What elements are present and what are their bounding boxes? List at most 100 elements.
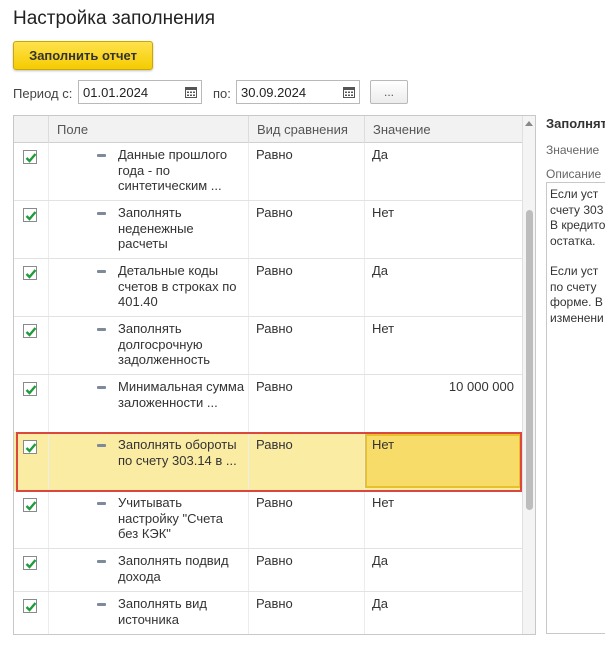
table-scrollbar[interactable] <box>522 116 535 634</box>
checkmark-icon <box>25 385 37 395</box>
comparison-type[interactable]: Равно <box>256 437 293 452</box>
description-line: остатка. <box>550 233 596 248</box>
scroll-thumb[interactable] <box>526 210 533 510</box>
comparison-type[interactable]: Равно <box>256 147 293 162</box>
field-value[interactable]: 10 000 000 <box>372 379 514 394</box>
field-value[interactable]: Да <box>372 553 514 568</box>
field-name: Учитывать настройку "Счета без КЭК" <box>118 495 223 541</box>
table-row[interactable]: Учитывать настройку "Счета без КЭК" Равно… <box>14 491 522 549</box>
comparison-type[interactable]: Равно <box>256 596 293 611</box>
row-checkbox[interactable] <box>23 498 37 512</box>
description-textarea[interactable]: Если уст счету 303 В кредито остатка. Если у… <box>546 182 605 634</box>
comparison-type[interactable]: Равно <box>256 321 293 336</box>
table-row[interactable]: Заполнять вид источника Равно Да <box>14 592 522 634</box>
column-divider <box>48 317 49 374</box>
description-line: В кредито <box>550 218 605 232</box>
description-line <box>550 249 605 264</box>
column-divider <box>364 201 365 258</box>
column-divider <box>248 375 249 432</box>
column-divider <box>364 549 365 591</box>
calendar-icon[interactable] <box>181 81 201 103</box>
comparison-type[interactable]: Равно <box>256 263 293 278</box>
field-name: Детальные коды счетов в строках по 401.4… <box>118 263 237 309</box>
field-name: Заполнять подвид дохода <box>118 553 229 584</box>
period-to-label: по: <box>213 86 231 101</box>
table-row[interactable]: Заполнять долгосрочную задолженность Равн… <box>14 317 522 375</box>
table-row[interactable]: Заполнять неденежные расчеты Равно Нет <box>14 201 522 259</box>
description-line: форме. В <box>550 295 603 309</box>
field-name: Заполнять обороты по счету 303.14 в ... <box>118 437 237 468</box>
field-name: Заполнять вид источника <box>118 596 207 627</box>
column-divider <box>248 317 249 374</box>
tree-item-dash-icon <box>97 444 106 447</box>
column-divider <box>248 433 249 490</box>
column-divider <box>364 143 365 200</box>
table-row[interactable]: Минимальная сумма заложенности ... Равно 1… <box>14 375 522 433</box>
tree-item-dash-icon <box>97 386 106 389</box>
column-divider <box>48 592 49 634</box>
field-name: Минимальная сумма заложенности ... <box>118 379 245 410</box>
table-row[interactable]: Детальные коды счетов в строках по 401.4… <box>14 259 522 317</box>
field-value[interactable]: Нет <box>372 495 514 510</box>
row-checkbox[interactable] <box>23 440 37 454</box>
date-to-field[interactable]: 30.09.2024 <box>236 80 360 104</box>
date-from-field[interactable]: 01.01.2024 <box>78 80 202 104</box>
column-divider <box>248 201 249 258</box>
table-row[interactable]: Заполнять подвид дохода Равно Да <box>14 549 522 592</box>
column-divider <box>48 433 49 490</box>
header-field[interactable]: Поле <box>48 116 248 143</box>
row-checkbox[interactable] <box>23 599 37 613</box>
column-divider <box>48 375 49 432</box>
column-divider <box>48 259 49 316</box>
comparison-type[interactable]: Равно <box>256 553 293 568</box>
header-check-column[interactable] <box>14 116 48 143</box>
page-title: Настройка заполнения <box>13 8 216 29</box>
tree-item-dash-icon <box>97 270 106 273</box>
tree-item-dash-icon <box>97 502 106 505</box>
period-select-button[interactable]: ... <box>370 80 408 104</box>
checkmark-icon <box>25 211 37 221</box>
row-checkbox[interactable] <box>23 266 37 280</box>
comparison-type[interactable]: Равно <box>256 205 293 220</box>
scroll-up-arrow-icon[interactable] <box>525 121 533 126</box>
column-divider <box>248 259 249 316</box>
header-value[interactable]: Значение <box>364 116 522 143</box>
field-value[interactable]: Нет <box>372 437 514 452</box>
side-description-label: Описание <box>546 167 602 181</box>
field-value[interactable]: Нет <box>372 205 514 220</box>
column-divider <box>364 491 365 548</box>
checkmark-icon <box>25 602 37 612</box>
settings-table: Поле Вид сравнения Значение Данные прошл… <box>13 115 536 635</box>
field-value[interactable]: Да <box>372 596 514 611</box>
row-checkbox[interactable] <box>23 150 37 164</box>
comparison-type[interactable]: Равно <box>256 379 293 394</box>
table-row[interactable]: Данные прошлого года - по синтетическим … <box>14 143 522 201</box>
table-row[interactable]: Заполнять обороты по счету 303.14 в ... Р… <box>14 433 522 491</box>
field-value[interactable]: Да <box>372 263 514 278</box>
row-checkbox[interactable] <box>23 382 37 396</box>
tree-item-dash-icon <box>97 154 106 157</box>
field-value[interactable]: Да <box>372 147 514 162</box>
description-line: изменени <box>550 310 604 325</box>
header-comparison[interactable]: Вид сравнения <box>248 116 364 143</box>
checkmark-icon <box>25 501 37 511</box>
tree-item-dash-icon <box>97 212 106 215</box>
period-from-label: Период с: <box>13 86 73 101</box>
row-checkbox[interactable] <box>23 208 37 222</box>
field-name: Заполнять неденежные расчеты <box>118 205 194 251</box>
checkmark-icon <box>25 327 37 337</box>
field-value[interactable]: Нет <box>372 321 514 336</box>
column-divider <box>248 143 249 200</box>
fill-report-button[interactable]: Заполнить отчет <box>13 41 153 70</box>
description-line: Если уст <box>550 187 599 201</box>
column-divider <box>248 592 249 634</box>
row-checkbox[interactable] <box>23 556 37 570</box>
calendar-icon[interactable] <box>339 81 359 103</box>
row-checkbox[interactable] <box>23 324 37 338</box>
column-divider <box>248 549 249 591</box>
column-divider <box>48 201 49 258</box>
comparison-type[interactable]: Равно <box>256 495 293 510</box>
description-text: Если уст счету 303 В кредито остатка. Если у… <box>550 187 605 326</box>
table-body: Данные прошлого года - по синтетическим … <box>14 143 522 634</box>
column-divider <box>364 317 365 374</box>
